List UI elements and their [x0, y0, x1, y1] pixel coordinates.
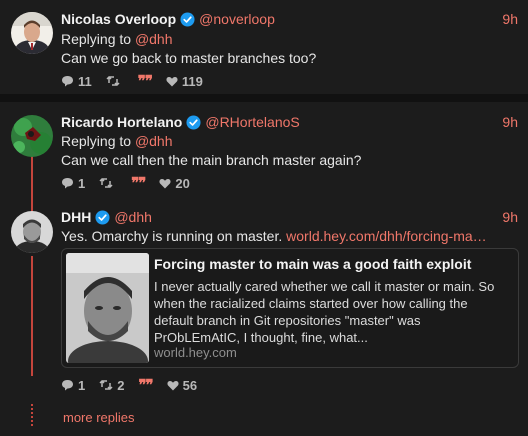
replying-handle[interactable]: @dhh: [135, 31, 173, 47]
author-handle[interactable]: @RHortelanoS: [205, 114, 299, 130]
replying-prefix: Replying to: [61, 133, 135, 149]
post-time[interactable]: 9h: [502, 11, 518, 27]
repost-button[interactable]: [106, 75, 124, 87]
author-handle[interactable]: @noverloop: [199, 11, 275, 27]
repost-button[interactable]: [99, 177, 117, 189]
verified-badge-icon: [95, 209, 110, 225]
post-actions: 1 ❞❞ 20: [61, 174, 204, 192]
repost-icon: [99, 379, 113, 391]
author-name[interactable]: Ricardo Hortelano: [61, 114, 182, 130]
repost-icon: [99, 177, 113, 189]
replying-handle[interactable]: @dhh: [135, 133, 173, 149]
like-button[interactable]: 56: [167, 378, 197, 393]
avatar[interactable]: [11, 115, 53, 157]
replying-to: Replying to @dhh: [61, 133, 173, 149]
post-actions: 11 ❞❞ 119: [61, 72, 217, 90]
post-text: Can we go back to master branches too?: [61, 50, 317, 66]
avatar[interactable]: [11, 12, 53, 54]
more-replies-link[interactable]: more replies: [63, 410, 135, 425]
reply-count: 1: [78, 377, 86, 393]
reply-icon: [62, 178, 73, 189]
repost-button[interactable]: 2: [99, 378, 124, 393]
link-preview-card[interactable]: Forcing master to main was a good faith …: [61, 248, 519, 368]
quote-icon[interactable]: ❞❞: [138, 376, 153, 394]
thread-connector: [31, 156, 33, 212]
post-text-body: Yes. Omarchy is running on master.: [61, 228, 287, 244]
quote-icon[interactable]: ❞❞: [131, 174, 146, 192]
link-preview-image: [66, 253, 149, 363]
reply-icon: [62, 380, 73, 391]
verified-badge-icon: [186, 114, 201, 130]
replying-to: Replying to @dhh: [61, 31, 173, 47]
repost-icon: [106, 75, 120, 87]
reply-button[interactable]: 1: [61, 378, 85, 393]
like-button[interactable]: 119: [166, 74, 203, 89]
reply-button[interactable]: 11: [61, 74, 92, 89]
post-header: Ricardo Hortelano @RHortelanoS: [61, 112, 300, 132]
thread-connector: [31, 256, 33, 376]
post-time[interactable]: 9h: [502, 114, 518, 130]
quote-icon[interactable]: ❞❞: [138, 72, 153, 90]
like-count: 20: [175, 175, 190, 191]
post-text: Can we call then the main branch master …: [61, 152, 362, 168]
heart-icon: [167, 380, 179, 390]
like-count: 56: [182, 377, 198, 393]
reply-button[interactable]: 1: [61, 176, 85, 191]
post-actions: 1 2 ❞❞ 56: [61, 376, 211, 394]
reply-count: 11: [78, 73, 92, 89]
replying-prefix: Replying to: [61, 31, 135, 47]
avatar[interactable]: [11, 211, 53, 253]
like-count: 119: [181, 73, 203, 89]
author-name[interactable]: Nicolas Overloop: [61, 11, 176, 27]
post-time[interactable]: 9h: [502, 209, 518, 225]
reply-count: 1: [78, 175, 86, 191]
heart-icon: [166, 76, 178, 86]
like-button[interactable]: 20: [159, 175, 190, 191]
post-header: Nicolas Overloop @noverloop: [61, 9, 275, 29]
link-preview-description: I never actually cared whether we call i…: [154, 279, 495, 345]
link-preview-title: Forcing master to main was a good faith …: [154, 256, 472, 272]
heart-icon: [159, 178, 171, 188]
repost-count: 2: [117, 377, 125, 393]
link-preview-domain: world.hey.com: [154, 345, 237, 360]
thread-more-indicator: [31, 404, 33, 426]
post-text: Yes. Omarchy is running on master. world…: [61, 228, 487, 244]
post-header: DHH @dhh: [61, 207, 152, 227]
author-name[interactable]: DHH: [61, 209, 91, 225]
reply-icon: [62, 76, 73, 87]
author-handle[interactable]: @dhh: [114, 209, 152, 225]
reply-post-1[interactable]: Nicolas Overloop @noverloop 9h Replying …: [0, 0, 528, 94]
verified-badge-icon: [180, 11, 195, 27]
post-link[interactable]: world.hey.com/dhh/forcing-ma…: [286, 228, 486, 244]
